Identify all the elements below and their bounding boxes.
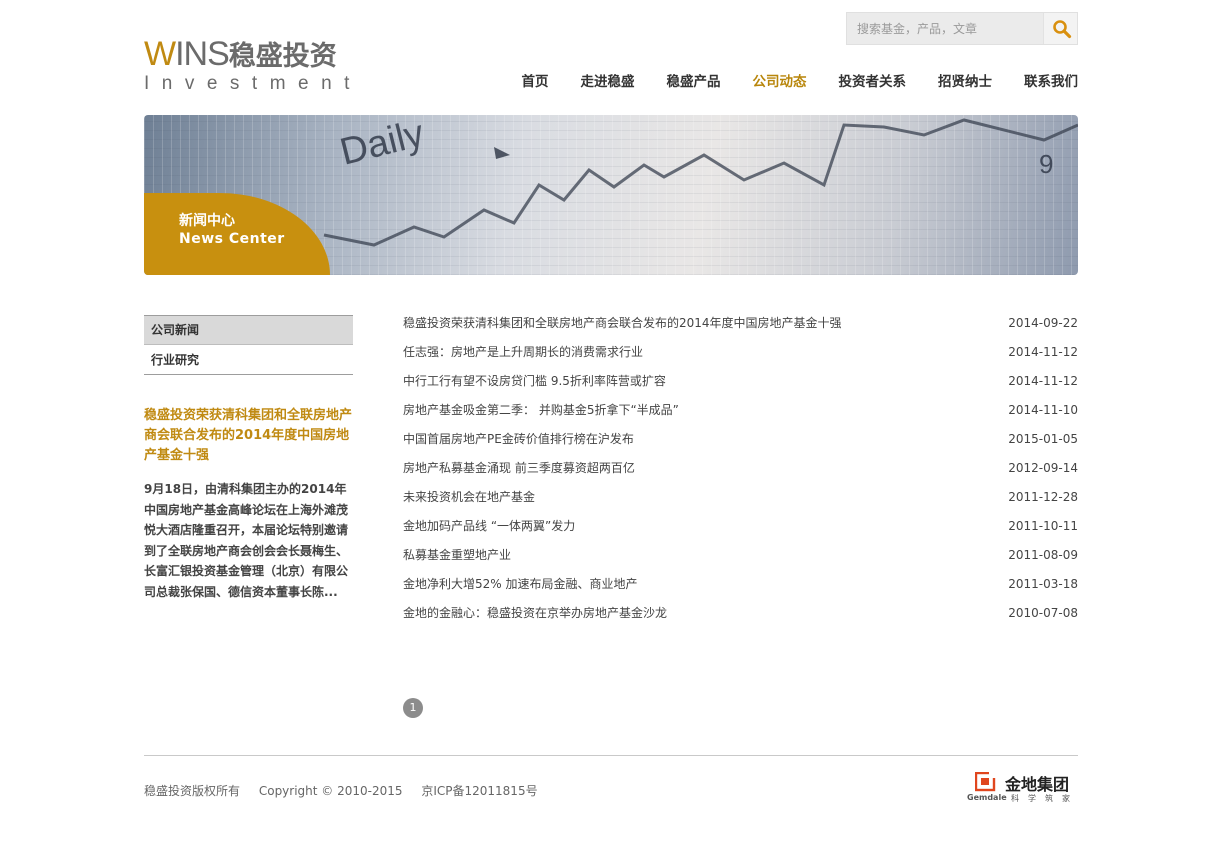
gemdale-name-en: Gemdale bbox=[967, 793, 1007, 802]
nav-news[interactable]: 公司动态 bbox=[753, 70, 807, 90]
list-item: 未来投资机会在地产基金 2011-12-28 bbox=[403, 487, 1078, 516]
news-title[interactable]: 中行工行有望不设房贷门槛 9.5折利率阵营或扩容 bbox=[403, 371, 666, 400]
news-date: 2015-01-05 bbox=[1008, 432, 1078, 446]
svg-text:Daily: Daily bbox=[336, 115, 428, 174]
news-date: 2011-12-28 bbox=[1008, 490, 1078, 504]
search-icon bbox=[1053, 20, 1072, 39]
news-date: 2014-09-22 bbox=[1008, 316, 1078, 330]
list-item: 私募基金重塑地产业 2011-08-09 bbox=[403, 545, 1078, 574]
sidebar-item-industry-research[interactable]: 行业研究 bbox=[144, 345, 353, 375]
news-date: 2011-10-11 bbox=[1008, 519, 1078, 533]
sidebar-item-company-news[interactable]: 公司新闻 bbox=[144, 315, 353, 345]
main-nav: 首页 走进稳盛 稳盛产品 公司动态 投资者关系 招贤纳士 联系我们 bbox=[490, 70, 1079, 90]
news-list: 稳盛投资荣获清科集团和全联房地产商会联合发布的2014年度中国房地产基金十强 20… bbox=[403, 313, 1078, 632]
news-title[interactable]: 金地的金融心：稳盛投资在京举办房地产基金沙龙 bbox=[403, 603, 667, 632]
list-item: 任志强：房地产是上升周期长的消费需求行业 2014-11-12 bbox=[403, 342, 1078, 371]
footer-copyright: 稳盛投资版权所有 Copyright © 2010-2015 京ICP备1201… bbox=[144, 782, 553, 799]
news-title[interactable]: 房地产基金吸金第二季： 并购基金5折拿下“半成品” bbox=[403, 400, 679, 429]
news-date: 2011-03-18 bbox=[1008, 577, 1078, 591]
list-item: 房地产基金吸金第二季： 并购基金5折拿下“半成品” 2014-11-10 bbox=[403, 400, 1078, 429]
news-title[interactable]: 房地产私募基金涌现 前三季度募资超两百亿 bbox=[403, 458, 635, 487]
news-banner: Daily 9 新闻中心 News Center bbox=[144, 115, 1078, 275]
news-title[interactable]: 金地加码产品线 “一体两翼”发力 bbox=[403, 516, 575, 545]
featured-news-summary: 9月18日，由清科集团主办的2014年中国房地产基金高峰论坛在上海外滩茂悦大酒店… bbox=[144, 482, 349, 599]
news-date: 2014-11-10 bbox=[1008, 403, 1078, 417]
copyright-cn: 稳盛投资版权所有 bbox=[144, 784, 241, 798]
search-input[interactable] bbox=[847, 13, 1043, 44]
news-title[interactable]: 中国首届房地产PE金砖价值排行榜在沪发布 bbox=[403, 429, 634, 458]
list-item: 金地的金融心：稳盛投资在京举办房地产基金沙龙 2010-07-08 bbox=[403, 603, 1078, 632]
news-date: 2011-08-09 bbox=[1008, 548, 1078, 562]
gemdale-mark-icon bbox=[975, 772, 997, 792]
news-title[interactable]: 未来投资机会在地产基金 bbox=[403, 487, 535, 516]
footer-divider bbox=[144, 755, 1078, 756]
nav-products[interactable]: 稳盛产品 bbox=[667, 70, 721, 90]
banner-title-en: News Center bbox=[179, 231, 285, 247]
search-button[interactable] bbox=[1043, 13, 1077, 44]
icp-number[interactable]: 京ICP备12011815号 bbox=[421, 784, 537, 798]
nav-contact[interactable]: 联系我们 bbox=[1024, 70, 1078, 90]
sidebar-menu: 公司新闻 行业研究 bbox=[144, 315, 353, 375]
gemdale-slogan: 科学筑家 bbox=[1011, 794, 1079, 803]
list-item: 中行工行有望不设房贷门槛 9.5折利率阵营或扩容 2014-11-12 bbox=[403, 371, 1078, 400]
nav-about[interactable]: 走进稳盛 bbox=[581, 70, 635, 90]
nav-careers[interactable]: 招贤纳士 bbox=[938, 70, 992, 90]
svg-text:9: 9 bbox=[1039, 149, 1053, 179]
copyright-en: Copyright © 2010-2015 bbox=[258, 784, 403, 798]
gemdale-name-cn: 金地集团 bbox=[1005, 775, 1070, 794]
featured-news-title[interactable]: 稳盛投资荣获清科集团和全联房地产商会联合发布的2014年度中国房地产基金十强 bbox=[144, 406, 354, 466]
logo-w: W bbox=[144, 35, 176, 73]
news-date: 2010-07-08 bbox=[1008, 606, 1078, 620]
news-date: 2014-11-12 bbox=[1008, 345, 1078, 359]
nav-investor-relations[interactable]: 投资者关系 bbox=[839, 70, 907, 90]
news-title[interactable]: 稳盛投资荣获清科集团和全联房地产商会联合发布的2014年度中国房地产基金十强 bbox=[403, 313, 842, 342]
banner-title-cn: 新闻中心 bbox=[179, 213, 235, 229]
gemdale-logo[interactable]: 金地集团 Gemdale 科学筑家 bbox=[967, 772, 1079, 804]
logo-cn: 稳盛投资 bbox=[228, 41, 337, 72]
list-item: 金地加码产品线 “一体两翼”发力 2011-10-11 bbox=[403, 516, 1078, 545]
logo-wordmark: WINS稳盛投资 bbox=[144, 34, 356, 73]
search-box bbox=[846, 12, 1078, 45]
logo-en: Investment bbox=[144, 73, 362, 94]
site-logo[interactable]: WINS稳盛投资 Investment bbox=[144, 34, 356, 94]
list-item: 稳盛投资荣获清科集团和全联房地产商会联合发布的2014年度中国房地产基金十强 20… bbox=[403, 313, 1078, 342]
news-date: 2012-09-14 bbox=[1008, 461, 1078, 475]
nav-home[interactable]: 首页 bbox=[522, 70, 549, 90]
news-title[interactable]: 金地净利大增52% 加速布局金融、商业地产 bbox=[403, 574, 638, 603]
list-item: 金地净利大增52% 加速布局金融、商业地产 2011-03-18 bbox=[403, 574, 1078, 603]
logo-ins: INS bbox=[175, 35, 230, 73]
pagination-page-1[interactable]: 1 bbox=[403, 698, 423, 718]
list-item: 中国首届房地产PE金砖价值排行榜在沪发布 2015-01-05 bbox=[403, 429, 1078, 458]
news-title[interactable]: 私募基金重塑地产业 bbox=[403, 545, 511, 574]
news-date: 2014-11-12 bbox=[1008, 374, 1078, 388]
news-title[interactable]: 任志强：房地产是上升周期长的消费需求行业 bbox=[403, 342, 643, 371]
list-item: 房地产私募基金涌现 前三季度募资超两百亿 2012-09-14 bbox=[403, 458, 1078, 487]
